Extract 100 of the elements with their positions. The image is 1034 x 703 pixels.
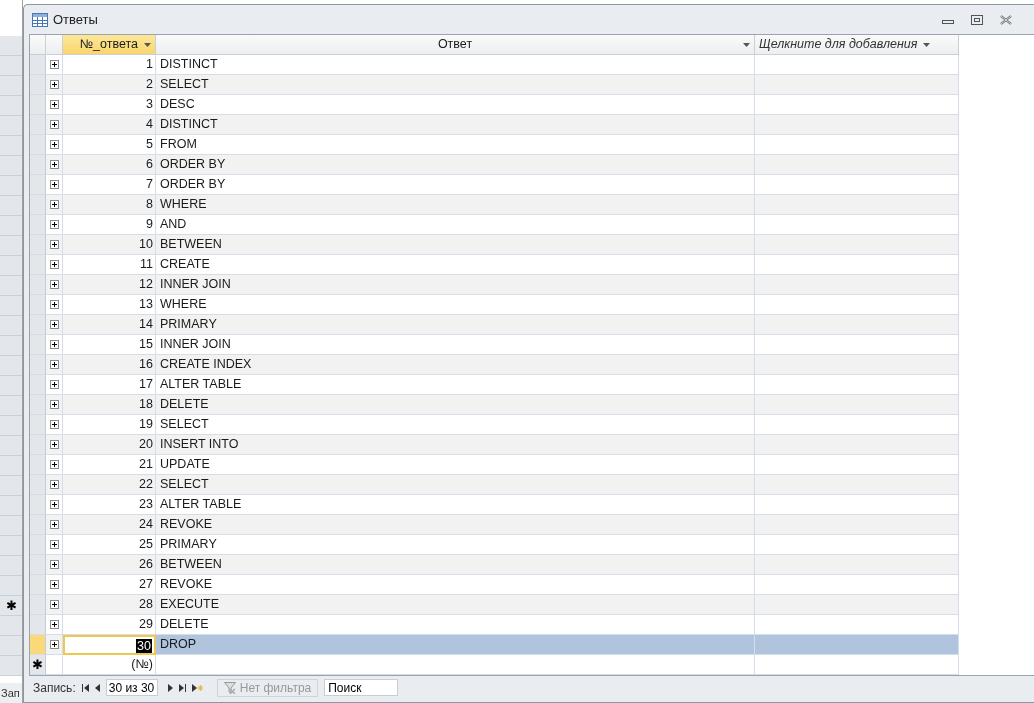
table-cell: 17 (63, 375, 156, 396)
table-cell: 9 (63, 215, 156, 236)
table-cell: DISTINCT (156, 55, 755, 76)
expand-plus-icon[interactable] (49, 180, 59, 190)
table-cell: WHERE (156, 295, 755, 316)
next-record-icon[interactable] (167, 683, 173, 692)
search-field[interactable]: Поиск (324, 679, 399, 697)
table-cell: UPDATE (156, 455, 755, 476)
last-record-icon[interactable] (178, 683, 186, 692)
table-cell[interactable]: 30 (136, 639, 152, 654)
table-cell: ORDER BY (156, 175, 755, 196)
expand-plus-icon[interactable] (49, 300, 59, 310)
restore-icon[interactable] (971, 14, 983, 25)
expand-plus-icon[interactable] (49, 500, 59, 510)
table-cell: AND (156, 215, 755, 236)
expand-plus-icon[interactable] (49, 200, 59, 210)
expand-plus-icon[interactable] (49, 420, 59, 430)
table-cell: INNER JOIN (156, 275, 755, 296)
table-cell: 27 (63, 575, 156, 596)
table-cell: BETWEEN (156, 555, 755, 576)
table-cell: DELETE (156, 395, 755, 416)
table-cell: 25 (63, 535, 156, 556)
first-record-icon[interactable] (81, 683, 89, 692)
table-cell: WHERE (156, 195, 755, 216)
expand-plus-icon[interactable] (49, 340, 59, 350)
table-cell: SELECT (156, 415, 755, 436)
new-record-icon[interactable] (191, 683, 203, 692)
expand-plus-icon[interactable] (49, 640, 59, 650)
dropdown-caret-icon[interactable] (743, 43, 750, 48)
expand-plus-icon[interactable] (49, 540, 59, 550)
table-cell: 23 (63, 495, 156, 516)
table-cell: CREATE INDEX (156, 355, 755, 376)
dropdown-caret-icon[interactable] (144, 42, 151, 47)
previous-record-icon[interactable] (94, 683, 100, 692)
table-cell: SELECT (156, 75, 755, 96)
expand-plus-icon[interactable] (49, 60, 59, 70)
expand-plus-icon[interactable] (49, 480, 59, 490)
table-cell: SELECT (156, 475, 755, 496)
table-cell: PRIMARY (156, 315, 755, 336)
dropdown-caret-icon[interactable] (923, 42, 931, 47)
expand-plus-icon[interactable] (49, 220, 59, 230)
table-cell: 6 (63, 155, 156, 176)
table-cell: 16 (63, 355, 156, 376)
column-header[interactable]: Щелкните для добавления (755, 35, 959, 56)
table-cell: REVOKE (156, 575, 755, 596)
expand-plus-icon[interactable] (49, 380, 59, 390)
expand-plus-icon[interactable] (49, 160, 59, 170)
expand-plus-icon[interactable] (49, 400, 59, 410)
expand-plus-icon[interactable] (49, 280, 59, 290)
table-cell: (№) (63, 655, 156, 676)
column-header[interactable]: Ответ (156, 35, 755, 56)
table-cell: 12 (63, 275, 156, 296)
expand-plus-icon[interactable] (49, 320, 59, 330)
expand-plus-icon[interactable] (49, 100, 59, 110)
table-cell: DROP (156, 635, 755, 656)
table-cell: INNER JOIN (156, 335, 755, 356)
expand-plus-icon[interactable] (49, 80, 59, 90)
expand-plus-icon[interactable] (49, 600, 59, 610)
table-cell: EXECUTE (156, 595, 755, 616)
expand-plus-icon[interactable] (49, 520, 59, 530)
table-cell: 2 (63, 75, 156, 96)
expand-plus-icon[interactable] (49, 120, 59, 130)
table-cell: FROM (156, 135, 755, 156)
record-label: Зап (0, 683, 22, 703)
expand-plus-icon[interactable] (49, 140, 59, 150)
expand-plus-icon[interactable] (49, 360, 59, 370)
table-cell: 29 (63, 615, 156, 636)
table-cell: 1 (63, 55, 156, 76)
expand-plus-icon[interactable] (49, 440, 59, 450)
table-icon (32, 12, 48, 27)
new-record-marker: ✱ (0, 596, 22, 616)
close-icon[interactable] (1000, 14, 1012, 25)
expand-plus-icon[interactable] (49, 580, 59, 590)
table-cell: 8 (63, 195, 156, 216)
table-cell: 22 (63, 475, 156, 496)
table-cell: INSERT INTO (156, 435, 755, 456)
table-cell: ORDER BY (156, 155, 755, 176)
table-cell: 11 (63, 255, 156, 276)
table-cell: 26 (63, 555, 156, 576)
table-cell: DESC (156, 95, 755, 116)
expand-plus-icon[interactable] (49, 620, 59, 630)
table-cell: ALTER TABLE (156, 375, 755, 396)
window-title: Ответы (53, 12, 98, 28)
expand-plus-icon[interactable] (49, 560, 59, 570)
expand-plus-icon[interactable] (49, 240, 59, 250)
table-cell: 19 (63, 415, 156, 436)
record-position-field[interactable]: 30 из 30 (105, 679, 158, 697)
table-cell: ALTER TABLE (156, 495, 755, 516)
table-cell: 14 (63, 315, 156, 336)
expand-plus-icon[interactable] (49, 460, 59, 470)
table-cell: 20 (63, 435, 156, 456)
table-cell: 4 (63, 115, 156, 136)
expand-plus-icon[interactable] (49, 260, 59, 270)
table-cell: CREATE (156, 255, 755, 276)
table-cell: 5 (63, 135, 156, 156)
table-cell: 3 (63, 95, 156, 116)
table-cell: 15 (63, 335, 156, 356)
table-cell: 7 (63, 175, 156, 196)
column-header[interactable]: №_ответа (63, 35, 156, 56)
table-cell: PRIMARY (156, 535, 755, 556)
